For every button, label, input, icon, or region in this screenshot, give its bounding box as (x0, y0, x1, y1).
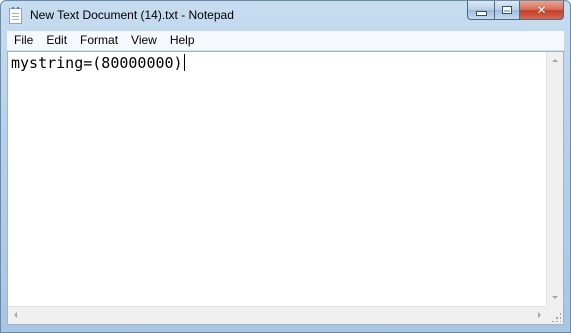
text-editor[interactable]: mystring=(80000000) (7, 51, 564, 325)
text-content[interactable]: mystring=(80000000) (11, 54, 183, 72)
scroll-right-arrow-icon[interactable] (538, 312, 541, 318)
scroll-down-arrow-icon[interactable] (552, 296, 558, 299)
scroll-left-arrow-icon[interactable] (14, 312, 17, 318)
caption-buttons: ✕ (467, 1, 564, 21)
maximize-icon (502, 6, 512, 14)
minimize-button[interactable] (467, 1, 494, 20)
resize-grip-icon[interactable] (551, 312, 561, 322)
close-button[interactable]: ✕ (520, 1, 564, 20)
menu-format[interactable]: Format (73, 31, 124, 50)
title-bar[interactable]: New Text Document (14).txt - Notepad ✕ (1, 1, 570, 31)
scroll-corner (546, 306, 563, 324)
close-icon: ✕ (536, 3, 547, 17)
maximize-button[interactable] (494, 1, 520, 20)
notepad-icon[interactable] (9, 7, 22, 24)
text-content-line[interactable]: mystring=(80000000) (11, 53, 185, 73)
menu-help[interactable]: Help (163, 31, 201, 50)
menu-view[interactable]: View (124, 31, 163, 50)
horizontal-scrollbar[interactable] (8, 306, 547, 324)
vertical-scrollbar[interactable] (546, 52, 563, 306)
minimize-icon (475, 10, 487, 16)
scroll-up-arrow-icon[interactable] (552, 59, 558, 62)
window-title: New Text Document (14).txt - Notepad (30, 8, 234, 22)
menu-edit[interactable]: Edit (39, 31, 73, 50)
menu-file[interactable]: File (7, 31, 39, 50)
notepad-window: New Text Document (14).txt - Notepad ✕ F… (0, 0, 571, 333)
text-caret (183, 54, 185, 71)
menu-bar: File Edit Format View Help (7, 31, 564, 51)
